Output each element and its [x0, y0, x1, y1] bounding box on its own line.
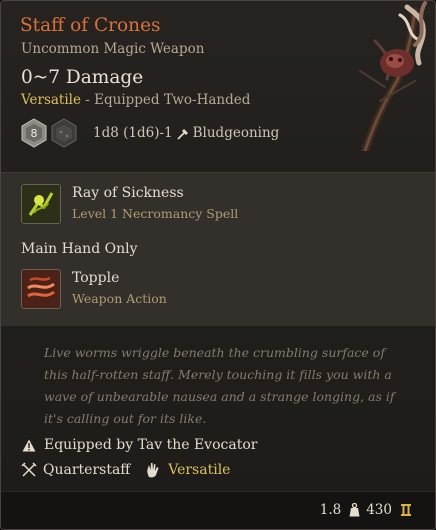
damage-type: Bludgeoning [192, 125, 280, 141]
hand-icon [147, 463, 159, 478]
action-name: Ray of Sickness [72, 185, 184, 201]
item-description: Live worms wriggle beneath the crumbling… [44, 345, 395, 426]
ray-of-sickness-icon [21, 184, 61, 224]
tooltip-footer: 1.8 430 [1, 491, 435, 529]
property-versatile: Versatile [144, 461, 230, 479]
actions-section: Ray of Sickness Level 1 Necromancy Spell… [1, 172, 435, 326]
d8-die-icon: 8 [21, 118, 47, 148]
item-tooltip: Staff of Crones Uncommon Magic Weapon 0~… [0, 0, 436, 530]
item-name: Staff of Crones [20, 15, 161, 36]
versatile-label: Versatile [21, 92, 81, 108]
main-hand-label: Main Hand Only [21, 241, 138, 257]
weapon-properties: Quarterstaff Versatile [21, 461, 244, 479]
d6-die-icon [51, 118, 77, 148]
item-value: 430 [366, 502, 392, 518]
dice-formula: 1d8 (1d6)-1 [93, 125, 173, 141]
equipped-by-row: Equipped by Tav the Evocator [22, 437, 257, 453]
proficiency-label: Quarterstaff [43, 462, 131, 478]
die-value: 8 [31, 127, 38, 140]
equipped-by-text: Equipped by Tav the Evocator [44, 437, 258, 453]
proficiency-quarterstaff: Quarterstaff [21, 462, 130, 478]
topple-icon [21, 269, 61, 309]
action-ray-of-sickness[interactable]: Ray of Sickness Level 1 Necromancy Spell [21, 184, 238, 224]
bludgeoning-icon [177, 128, 188, 140]
damage-dice-row: 8 1d8 (1d6)-1 Bludgeoning [21, 118, 279, 148]
damage-range: 0~7 Damage [21, 67, 144, 88]
action-topple[interactable]: Topple Weapon Action [21, 269, 167, 309]
action-name: Topple [72, 270, 120, 286]
tooltip-header: Staff of Crones Uncommon Magic Weapon 0~… [1, 1, 435, 171]
item-rarity: Uncommon Magic Weapon [21, 41, 205, 57]
weapon-status-line: Versatile - Equipped Two-Handed [21, 92, 250, 108]
weight-icon [349, 503, 360, 517]
dice-text-group: 1d8 (1d6)-1 Bludgeoning [93, 125, 279, 141]
action-subtitle: Weapon Action [72, 291, 167, 306]
staff-artwork-icon [359, 1, 427, 151]
equip-status: - Equipped Two-Handed [80, 92, 251, 108]
crossed-weapons-icon [21, 462, 37, 477]
item-weight: 1.8 [319, 502, 342, 518]
gold-icon [401, 504, 411, 516]
versatile-property-label: Versatile [168, 462, 231, 478]
warning-icon [22, 439, 36, 451]
action-subtitle: Level 1 Necromancy Spell [72, 206, 239, 221]
